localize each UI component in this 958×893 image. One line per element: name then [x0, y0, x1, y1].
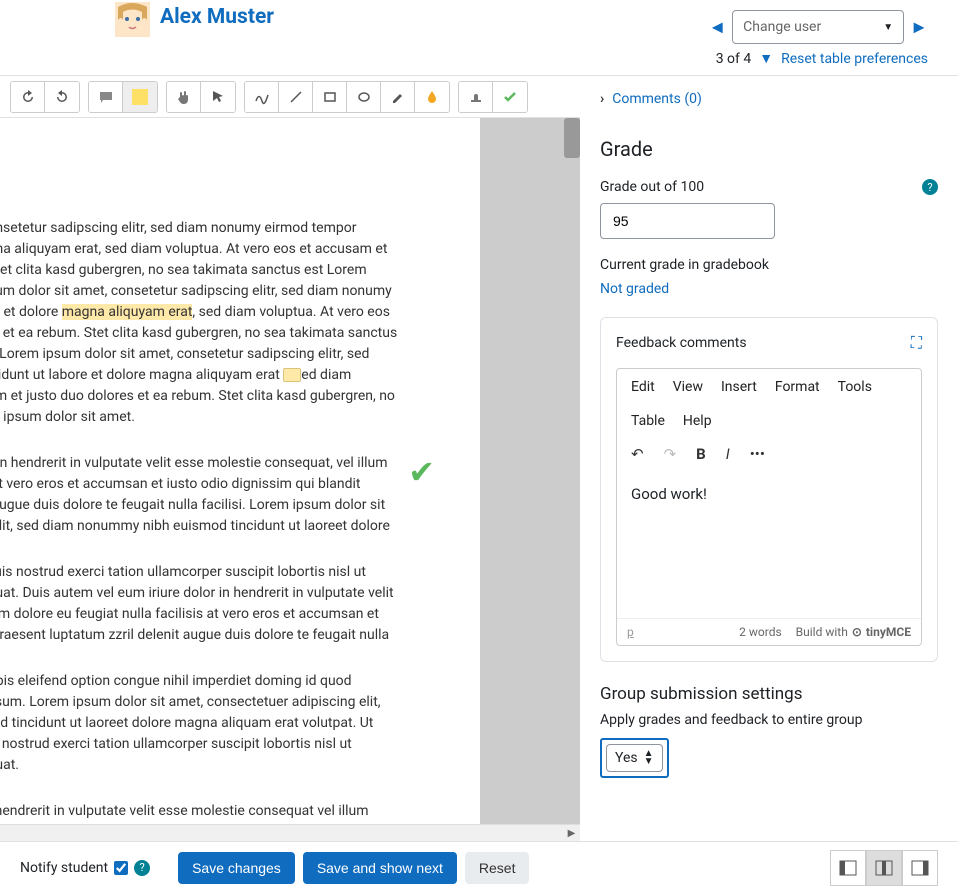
- help-icon[interactable]: ?: [922, 179, 938, 195]
- layout-left-icon[interactable]: [830, 850, 866, 886]
- undo-icon[interactable]: ↶: [631, 445, 644, 463]
- comments-toggle[interactable]: › Comments (0): [600, 91, 938, 107]
- redo-icon[interactable]: ↷: [664, 445, 677, 463]
- select-tool-icon[interactable]: [201, 82, 235, 112]
- stamp-check-icon[interactable]: [493, 82, 527, 112]
- select-arrows-icon: ▲▼: [644, 750, 654, 766]
- editor-content[interactable]: Good work!: [617, 473, 921, 618]
- bold-icon[interactable]: B: [696, 445, 706, 463]
- expand-icon[interactable]: ⛶: [911, 333, 922, 353]
- check-stamp-icon[interactable]: ✔: [408, 453, 435, 491]
- feedback-section: Feedback comments ⛶ Edit View Insert For…: [600, 317, 938, 662]
- highlighted-text: magna aliquyam erat: [62, 304, 193, 320]
- save-next-button[interactable]: Save and show next: [303, 852, 457, 884]
- notify-checkbox[interactable]: [114, 861, 128, 875]
- caret-down-icon: ▼: [883, 22, 893, 33]
- menu-insert[interactable]: Insert: [721, 379, 757, 395]
- pen-tool-icon[interactable]: [245, 82, 279, 112]
- grade-out-of-label: Grade out of 100: [600, 179, 704, 195]
- grading-header: Alex Muster ◄ Change user ▼ ► 3 of 4 ▼ R…: [0, 0, 958, 75]
- current-grade-label: Current grade in gradebook: [600, 257, 938, 273]
- menu-tools[interactable]: Tools: [838, 379, 872, 395]
- grade-input[interactable]: [600, 203, 775, 239]
- student-name-link[interactable]: Alex Muster: [160, 5, 274, 29]
- menu-table[interactable]: Table: [631, 413, 665, 429]
- group-apply-select[interactable]: Yes ▲▼: [606, 744, 663, 772]
- layout-split-icon[interactable]: [866, 850, 902, 886]
- annotation-toolbar: [0, 76, 580, 118]
- next-user-icon[interactable]: ►: [910, 17, 928, 38]
- prev-user-icon[interactable]: ◄: [708, 17, 726, 38]
- pdf-viewer[interactable]: consetetur sadipscing elitr, sed diam no…: [0, 118, 480, 824]
- more-icon[interactable]: •••: [750, 445, 765, 463]
- pager-text: 3 of 4: [716, 51, 752, 67]
- scroll-right-icon[interactable]: ▶: [563, 825, 580, 842]
- help-icon[interactable]: ?: [134, 860, 150, 876]
- annotation-color-icon[interactable]: [415, 82, 449, 112]
- editor-path[interactable]: p: [627, 625, 634, 639]
- filter-icon[interactable]: ▼: [759, 50, 773, 67]
- rotate-right-icon[interactable]: [45, 82, 79, 112]
- group-settings-heading: Group submission settings: [600, 684, 938, 704]
- reset-button[interactable]: Reset: [465, 852, 530, 884]
- menu-view[interactable]: View: [673, 379, 703, 395]
- pdf-gutter: [480, 118, 580, 824]
- chevron-right-icon: ›: [600, 91, 604, 107]
- rect-tool-icon[interactable]: [313, 82, 347, 112]
- word-count: 2 words: [739, 625, 782, 639]
- not-graded-link[interactable]: Not graded: [600, 281, 938, 297]
- grade-heading: Grade: [600, 137, 938, 161]
- change-user-select[interactable]: Change user ▼: [732, 10, 904, 44]
- italic-icon[interactable]: I: [726, 445, 730, 463]
- feedback-editor: Edit View Insert Format Tools Table Help…: [616, 368, 922, 646]
- stamp-tool-icon[interactable]: [459, 82, 493, 112]
- pan-tool-icon[interactable]: [167, 82, 201, 112]
- tinymce-brand: Build with ⊙tinyMCE: [796, 625, 911, 639]
- menu-format[interactable]: Format: [775, 379, 820, 395]
- horizontal-scrollbar[interactable]: ▶: [0, 824, 580, 841]
- rotate-left-icon[interactable]: [11, 82, 45, 112]
- line-tool-icon[interactable]: [279, 82, 313, 112]
- menu-edit[interactable]: Edit: [631, 379, 655, 395]
- grading-footer: Notify student ? Save changes Save and s…: [0, 841, 958, 893]
- scrollbar-thumb[interactable]: [564, 118, 580, 158]
- group-apply-label: Apply grades and feedback to entire grou…: [600, 712, 938, 728]
- avatar: [115, 2, 150, 37]
- comment-tool-icon[interactable]: [89, 82, 123, 112]
- notify-label: Notify student: [20, 860, 108, 876]
- save-button[interactable]: Save changes: [178, 852, 295, 884]
- reset-table-prefs-link[interactable]: Reset table preferences: [781, 51, 928, 67]
- comment-marker-icon[interactable]: [283, 368, 301, 382]
- feedback-heading: Feedback comments: [616, 335, 747, 351]
- oval-tool-icon[interactable]: [347, 82, 381, 112]
- highlight-tool-icon[interactable]: [381, 82, 415, 112]
- color-yellow-icon[interactable]: [123, 82, 157, 112]
- menu-help[interactable]: Help: [683, 413, 712, 429]
- layout-right-icon[interactable]: [902, 850, 938, 886]
- grading-panel: › Comments (0) Grade Grade out of 100 ? …: [580, 76, 958, 841]
